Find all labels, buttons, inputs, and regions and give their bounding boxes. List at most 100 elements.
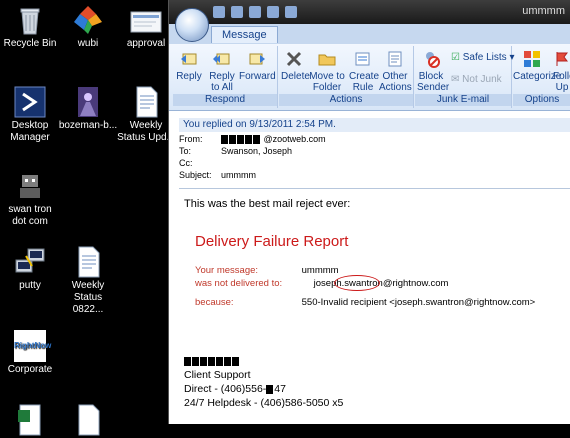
reply-all-icon [213,53,230,65]
to-recipient[interactable]: Swanson, Joseph [221,146,292,157]
categorize-icon [524,51,540,67]
recycle-bin-shortcut[interactable]: Recycle Bin [0,4,60,50]
office-button[interactable] [175,8,209,42]
word-document-icon [78,246,100,278]
actions-group-label: Actions [279,94,413,106]
document-thumbnail-icon [130,11,162,33]
reply-info-bar: You replied on 9/13/2011 2:54 PM. [179,118,570,132]
weekly-status-0822-shortcut[interactable]: Weekly Status 0822... [58,246,118,316]
your-message-row: Your message: ummmm [195,265,339,276]
create-rule-button[interactable]: Create Rule [349,50,379,93]
follow-up-button[interactable]: Follow Up [553,50,570,93]
blank-file-shortcut[interactable] [58,404,118,438]
reply-button[interactable]: Reply [175,50,203,82]
file-icon [78,404,100,436]
save-icon[interactable] [213,6,225,18]
reply-all-button[interactable]: Reply to All [207,50,237,93]
undo-icon[interactable] [231,6,243,18]
subject-row: Subject: ummmm [179,170,256,180]
window-title: ummmm [522,5,565,17]
other-actions-icon [388,51,402,67]
icon-label: Desktop Manager [10,120,50,143]
because-row: because: 550-Invalid recipient <joseph.s… [195,297,536,308]
putty-icon [15,248,45,273]
signature-line-2: Direct - (406)556- 47 [184,383,286,395]
robot-icon [20,175,40,198]
cc-row: Cc: [179,158,193,168]
subject-value: ummmm [221,170,256,180]
excel-file-icon [18,404,41,436]
block-sender-button[interactable]: Block Sender [417,50,449,93]
intro-text: This was the best mail reject ever: [184,198,351,210]
message-window: ummmm Message Reply Reply to All Forward… [168,0,570,424]
message-body[interactable]: This was the best mail reject ever: Deli… [179,188,570,425]
terminal-arrow-icon [14,86,46,118]
excel-file-shortcut[interactable] [0,404,60,438]
move-to-folder-button[interactable]: Move to Folder [309,50,345,93]
icon-label: bozeman-b... [58,120,118,131]
forward-button[interactable]: Forward [239,50,276,82]
icon-label: swan tron dot com [8,204,52,227]
respond-group-label: Respond [173,94,277,106]
safe-lists-icon: ☑ [451,52,460,63]
weekly-status-shortcut[interactable]: Weekly Status Upd... [116,86,176,144]
options-group-label: Options [513,94,570,106]
corporate-shortcut[interactable]: RightNow Corporate [0,330,60,376]
not-junk-button[interactable]: ✉ Not Junk [451,74,502,85]
respond-group: Reply Reply to All Forward Respond [173,46,278,108]
not-junk-icon: ✉ [451,74,460,85]
not-delivered-row: was not delivered to: joseph.swantron@ri… [195,278,449,289]
icon-label: Recycle Bin [3,38,57,49]
categorize-button[interactable]: Categorize [513,50,561,82]
icon-label: putty [19,280,41,291]
putty-shortcut[interactable]: putty [0,246,60,292]
icon-label: Corporate [7,364,53,375]
ribbon: Reply Reply to All Forward Respond Delet… [169,44,570,111]
signature-redacted [184,355,240,367]
icon-label: approval [126,38,166,49]
redacted-text [221,134,261,145]
recycle-bin-icon [20,8,40,35]
rightnow-logo-icon: RightNow [14,330,51,362]
delete-x-icon [286,51,302,67]
highlight-circle [334,275,380,291]
up-arrow-icon[interactable] [267,6,279,18]
icon-label: Weekly Status 0822... [71,280,105,315]
icon-label: wubi [77,38,99,49]
word-document-icon [136,86,158,118]
message-headers: From: @zootweb.com To: Swanson, Joseph C… [179,133,570,181]
forward-icon [249,53,265,65]
block-sender-icon [426,52,440,68]
options-group: Categorize Follow Up Options [513,46,570,108]
signature-line-1: Client Support [184,369,251,381]
redo-icon[interactable] [249,6,261,18]
report-title: Delivery Failure Report [195,233,349,250]
wubi-icon [74,6,102,34]
desktop-manager-shortcut[interactable]: Desktop Manager [0,86,60,144]
desktop: Recycle Bin wubi approval Desktop Manage… [0,0,175,436]
junk-email-group-label: Junk E-mail [415,94,511,106]
from-address[interactable]: @zootweb.com [264,134,326,144]
signature-line-3: 24/7 Helpdesk - (406)586-5050 x5 [184,397,344,409]
wubi-shortcut[interactable]: wubi [58,4,118,50]
title-bar: ummmm [169,0,570,24]
actions-group: Delete Move to Folder Create Rule Other … [279,46,414,108]
safe-lists-button[interactable]: ☑ Safe Lists ▾ [451,52,514,63]
down-arrow-icon[interactable] [285,6,297,18]
other-actions-button[interactable]: Other Actions [379,50,412,93]
swantron-shortcut[interactable]: swan tron dot com [0,170,60,228]
approval-shortcut[interactable]: approval [116,4,176,50]
from-row: From: @zootweb.com [179,134,326,145]
folder-icon [318,54,336,66]
bozeman-shortcut[interactable]: bozeman-b... [58,86,118,132]
delete-button[interactable]: Delete [281,50,310,82]
image-file-icon [78,87,98,117]
to-row: To: Swanson, Joseph [179,146,293,157]
quick-access-toolbar [213,6,297,20]
icon-label: Weekly Status Upd... [117,120,175,143]
ribbon-tab-row: Message [169,24,570,44]
rule-icon [355,52,370,66]
tab-message[interactable]: Message [211,26,278,43]
reply-icon [181,53,197,65]
flag-icon [556,52,568,66]
